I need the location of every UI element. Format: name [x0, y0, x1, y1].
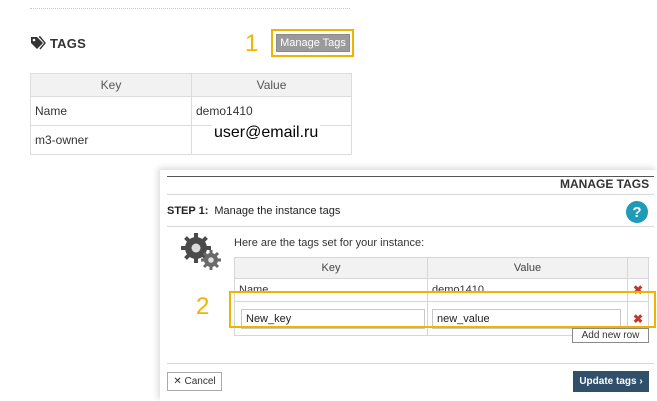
step-number-1: 1	[245, 30, 259, 57]
column-header-delete	[627, 257, 649, 279]
tag-key: m3-owner	[30, 125, 192, 155]
cancel-button[interactable]: ✕ Cancel	[167, 372, 222, 391]
intro-text: Here are the tags set for your instance:	[234, 237, 425, 249]
manage-tags-button[interactable]: Manage Tags	[276, 34, 350, 52]
column-header-key: Key	[234, 257, 428, 279]
gears-icon	[181, 233, 221, 270]
dialog-title: MANAGE TAGS	[560, 177, 650, 191]
update-tags-button[interactable]: Update tags ›	[573, 371, 649, 392]
step-text: Manage the instance tags	[214, 205, 341, 217]
tags-table: Key Value Name demo1410 m3-owner	[30, 73, 352, 155]
dialog-divider	[167, 194, 654, 195]
column-header-value: Value	[191, 73, 352, 97]
step-heading: STEP 1: Manage the instance tags	[167, 205, 340, 217]
dialog-divider	[167, 226, 654, 227]
tag-icon	[31, 36, 46, 50]
tag-key: Name	[30, 96, 192, 126]
help-icon[interactable]: ?	[626, 201, 648, 223]
highlight-box-new-row	[229, 291, 656, 328]
owner-email-value: user@email.ru	[212, 124, 321, 142]
tag-value: demo1410	[191, 96, 352, 126]
column-header-value: Value	[427, 257, 628, 279]
add-new-row-button[interactable]: Add new row	[572, 328, 649, 343]
step-prefix: STEP 1:	[167, 205, 209, 217]
column-header-key: Key	[30, 73, 192, 97]
step-number-2: 2	[196, 293, 210, 320]
table-row: Name demo1410	[30, 96, 352, 126]
dialog-divider	[167, 363, 654, 364]
tags-title: TAGS	[50, 36, 86, 51]
top-divider	[30, 8, 350, 9]
